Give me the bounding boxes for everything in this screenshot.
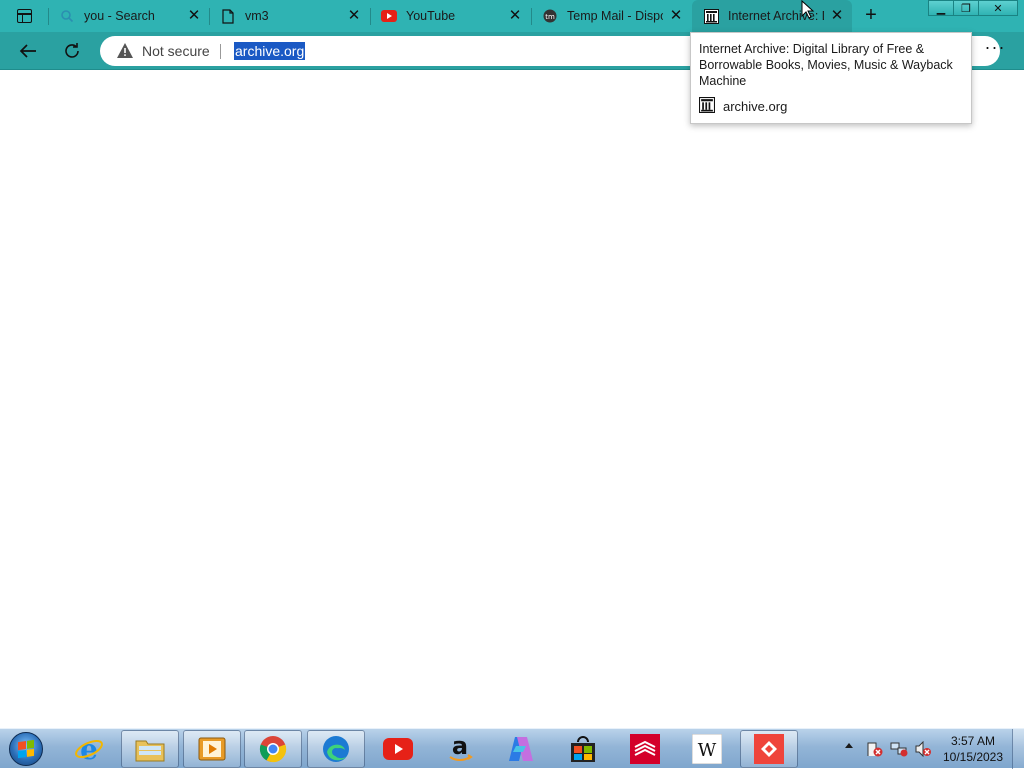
edge-icon bbox=[321, 734, 351, 764]
close-tab-icon[interactable]: ✕ bbox=[829, 8, 845, 24]
taskbar-anydesk[interactable] bbox=[740, 730, 798, 768]
url-text[interactable]: archive.org bbox=[234, 42, 306, 60]
clock-date: 10/15/2023 bbox=[942, 750, 1004, 764]
bank-of-america-icon bbox=[630, 734, 660, 764]
tab-internet-archive[interactable]: Internet Archive: D ✕ bbox=[692, 0, 852, 32]
show-desktop-button[interactable] bbox=[1012, 729, 1024, 769]
taskbar-internet-explorer[interactable]: e bbox=[60, 730, 118, 768]
volume-muted-icon[interactable] bbox=[914, 741, 932, 757]
network-icon[interactable] bbox=[890, 741, 908, 757]
mouse-cursor-icon bbox=[801, 0, 815, 19]
taskbar-media-player[interactable] bbox=[183, 730, 241, 768]
tab-hover-card: Internet Archive: Digital Library of Fre… bbox=[690, 32, 972, 124]
svg-text:a: a bbox=[452, 734, 468, 760]
youtube-icon bbox=[381, 8, 397, 24]
svg-text:tm: tm bbox=[545, 13, 555, 21]
taskbar-store[interactable] bbox=[554, 730, 612, 768]
taskbar-file-explorer[interactable] bbox=[121, 730, 179, 768]
tab-actions-icon bbox=[16, 9, 32, 23]
media-player-icon bbox=[197, 734, 227, 764]
action-center-icon[interactable] bbox=[866, 741, 884, 757]
folder-icon bbox=[135, 734, 165, 764]
taskbar-chrome[interactable] bbox=[244, 730, 302, 768]
back-arrow-icon bbox=[19, 44, 36, 58]
taskbar-copilot[interactable] bbox=[492, 730, 550, 768]
show-hidden-icons-button[interactable] bbox=[845, 743, 853, 748]
close-tab-icon[interactable]: ✕ bbox=[346, 8, 362, 24]
refresh-button[interactable] bbox=[58, 38, 86, 64]
tab-title: YouTube bbox=[406, 9, 456, 23]
archive-icon bbox=[699, 97, 715, 113]
tab-title: Temp Mail - Dispo bbox=[567, 9, 663, 23]
tempmail-icon: tm bbox=[542, 8, 558, 24]
clock-time: 3:57 AM bbox=[950, 734, 996, 748]
minimize-button[interactable]: ▁ bbox=[928, 0, 954, 16]
tab-vm3[interactable]: vm3 ✕ bbox=[209, 0, 369, 32]
tab-title: you - Search bbox=[84, 9, 155, 23]
youtube-icon bbox=[383, 734, 413, 764]
security-status-label[interactable]: Not secure bbox=[142, 43, 210, 59]
tab-search[interactable]: you - Search ✕ bbox=[48, 0, 208, 32]
tab-actions-menu[interactable] bbox=[8, 6, 40, 26]
taskbar-youtube[interactable] bbox=[369, 730, 427, 768]
back-button[interactable] bbox=[14, 38, 42, 64]
svg-text:e: e bbox=[80, 734, 98, 764]
taskbar-amazon[interactable]: a bbox=[431, 730, 489, 768]
tab-strip: you - Search ✕ vm3 ✕ YouTube ✕ tm Temp M… bbox=[0, 0, 1024, 32]
new-tab-button[interactable]: + bbox=[861, 5, 881, 26]
hovercard-url: archive.org bbox=[723, 99, 788, 114]
taskbar-bank-of-america[interactable] bbox=[616, 730, 674, 768]
more-options-button[interactable]: ··· bbox=[982, 38, 1008, 62]
anydesk-icon bbox=[754, 734, 784, 764]
tab-youtube[interactable]: YouTube ✕ bbox=[370, 0, 530, 32]
close-tab-icon[interactable]: ✕ bbox=[668, 8, 684, 24]
store-icon bbox=[568, 734, 598, 764]
hovercard-title: Internet Archive: Digital Library of Fre… bbox=[699, 42, 953, 88]
svg-text:W: W bbox=[698, 740, 717, 761]
chrome-icon bbox=[258, 734, 288, 764]
tab-tempmail[interactable]: tm Temp Mail - Dispo ✕ bbox=[531, 0, 691, 32]
start-button[interactable] bbox=[4, 731, 48, 767]
taskbar-clock[interactable]: 3:57 AM 10/15/2023 bbox=[938, 733, 1008, 765]
internet-explorer-icon: e bbox=[74, 734, 104, 764]
search-icon bbox=[59, 8, 75, 24]
close-window-button[interactable]: ✕ bbox=[978, 0, 1018, 16]
taskbar-edge[interactable] bbox=[307, 730, 365, 768]
restore-button[interactable]: ❐ bbox=[953, 0, 979, 16]
document-icon bbox=[220, 8, 236, 24]
warning-icon bbox=[117, 43, 133, 58]
archive-icon bbox=[703, 8, 719, 24]
amazon-icon: a bbox=[445, 734, 475, 764]
copilot-icon bbox=[506, 734, 536, 764]
wikipedia-icon: W bbox=[692, 734, 722, 764]
windows-logo-icon bbox=[9, 732, 43, 766]
tab-title: vm3 bbox=[245, 9, 269, 23]
taskbar-wikipedia[interactable]: W bbox=[678, 730, 736, 768]
close-tab-icon[interactable]: ✕ bbox=[507, 8, 523, 24]
taskbar: e a W 3:57 AM 10/15/2023 bbox=[0, 728, 1024, 769]
page-content bbox=[0, 71, 1024, 728]
close-tab-icon[interactable]: ✕ bbox=[186, 8, 202, 24]
refresh-icon bbox=[65, 43, 79, 58]
